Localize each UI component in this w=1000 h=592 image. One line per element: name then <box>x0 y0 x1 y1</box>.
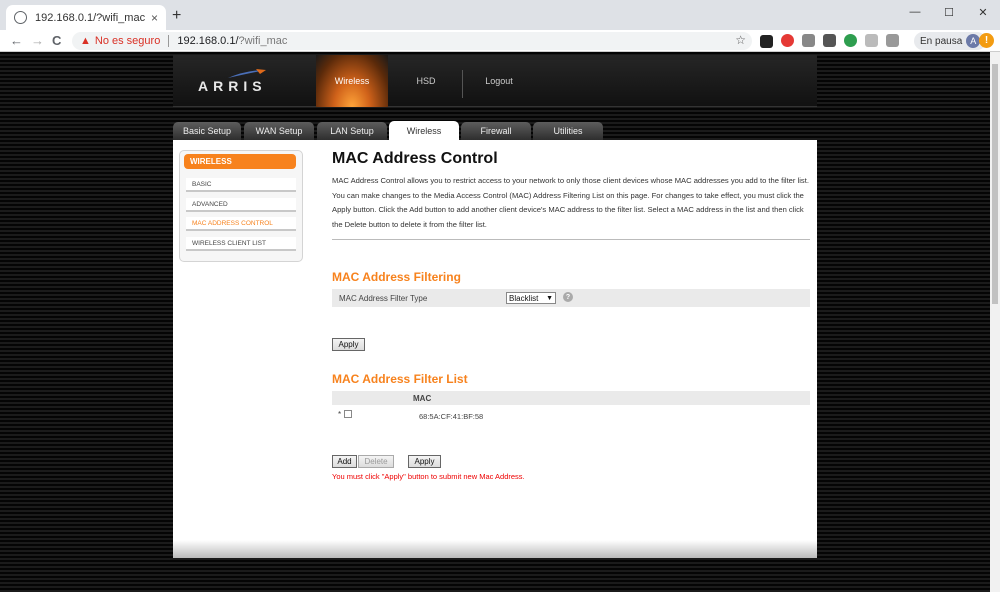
tab-title: 192.168.0.1/?wifi_mac <box>35 11 146 24</box>
extension-icon-3[interactable] <box>802 34 815 47</box>
sidebar-item-mac-address-control[interactable]: MAC ADDRESS CONTROL <box>186 217 296 231</box>
page-description: MAC Address Control allows you to restri… <box>332 176 809 229</box>
paused-label: En pausa <box>920 35 963 47</box>
sidebar-item-basic[interactable]: BASIC <box>186 178 296 192</box>
bookmark-star-icon[interactable]: ☆ <box>735 33 746 47</box>
security-label[interactable]: No es seguro <box>95 35 160 47</box>
header-tab-hsd[interactable]: HSD <box>390 55 462 107</box>
mac-address-value[interactable]: 68:5A:CF:41:BF:58 <box>419 412 483 421</box>
page-title: MAC Address Control <box>332 150 498 167</box>
section-heading-filter-list: MAC Address Filter List <box>332 372 468 386</box>
tab-firewall[interactable]: Firewall <box>461 122 531 140</box>
profile-paused-chip[interactable]: En pausa A <box>914 32 987 50</box>
browser-tab-strip: 192.168.0.1/?wifi_mac × + — ☐ ✕ <box>0 0 1000 30</box>
tab-wireless[interactable]: Wireless <box>389 121 459 140</box>
extension-icon-4[interactable] <box>823 34 836 47</box>
filter-list-header <box>332 391 810 405</box>
url-text[interactable]: 192.168.0.1/?wifi_mac <box>177 35 287 47</box>
close-window-button[interactable]: ✕ <box>966 0 1000 24</box>
back-button[interactable]: ← <box>10 33 23 48</box>
tab-basic-setup[interactable]: Basic Setup <box>173 122 241 140</box>
help-icon[interactable]: ? <box>563 292 573 302</box>
content-footer <box>173 540 817 558</box>
sidebar-heading: WIRELESS <box>184 154 296 169</box>
tab-wan-setup[interactable]: WAN Setup <box>244 122 314 140</box>
extension-icon-7[interactable] <box>886 34 899 47</box>
sidebar-item-wireless-client-list[interactable]: WIRELESS CLIENT LIST <box>186 237 296 251</box>
tab-close-icon[interactable]: × <box>151 11 158 25</box>
add-button[interactable]: Add <box>332 455 357 468</box>
apply-filter-type-button[interactable]: Apply <box>332 338 365 351</box>
scrollbar[interactable] <box>990 52 1000 592</box>
extension-icon-5[interactable] <box>844 34 857 47</box>
divider <box>332 239 810 240</box>
browser-tab[interactable]: 192.168.0.1/?wifi_mac × <box>6 5 166 30</box>
extension-icon-6[interactable] <box>865 34 878 47</box>
tab-utilities[interactable]: Utilities <box>533 122 603 140</box>
address-bar[interactable]: ▲ No es seguro 192.168.0.1/?wifi_mac ☆ <box>72 32 752 50</box>
apply-button[interactable]: Apply <box>408 455 441 468</box>
tab-lan-setup[interactable]: LAN Setup <box>317 122 387 140</box>
warning-icon[interactable]: ▲ <box>80 35 91 47</box>
header-tab-logout[interactable]: Logout <box>463 55 535 107</box>
divider <box>168 35 170 47</box>
forward-button[interactable]: → <box>31 33 44 48</box>
update-alert-icon[interactable]: ! <box>979 33 994 48</box>
minimize-button[interactable]: — <box>898 0 932 24</box>
globe-icon <box>14 11 27 24</box>
filter-type-label: MAC Address Filter Type <box>339 294 428 303</box>
row-marker: * <box>338 410 342 419</box>
apply-reminder-note: You must click "Apply" button to submit … <box>332 472 525 481</box>
filter-type-select[interactable]: Blacklist ▼ <box>506 292 556 304</box>
extension-icon-2[interactable] <box>781 34 794 47</box>
scrollbar-thumb[interactable] <box>992 64 998 304</box>
section-heading-filtering: MAC Address Filtering <box>332 270 461 284</box>
arris-logo: ARRIS <box>198 78 267 94</box>
header-tab-wireless[interactable]: Wireless <box>316 55 388 107</box>
sidebar-item-advanced[interactable]: ADVANCED <box>186 198 296 212</box>
maximize-button[interactable]: ☐ <box>932 0 966 24</box>
chevron-down-icon: ▼ <box>546 294 553 302</box>
delete-button[interactable]: Delete <box>358 455 394 468</box>
mac-row-checkbox[interactable] <box>344 410 352 418</box>
browser-toolbar: ← → C ▲ No es seguro 192.168.0.1/?wifi_m… <box>0 30 1000 52</box>
extension-icon-1[interactable] <box>760 35 773 48</box>
reload-button[interactable]: C <box>52 33 61 48</box>
new-tab-button[interactable]: + <box>172 7 181 25</box>
column-header-mac: MAC <box>413 394 432 403</box>
